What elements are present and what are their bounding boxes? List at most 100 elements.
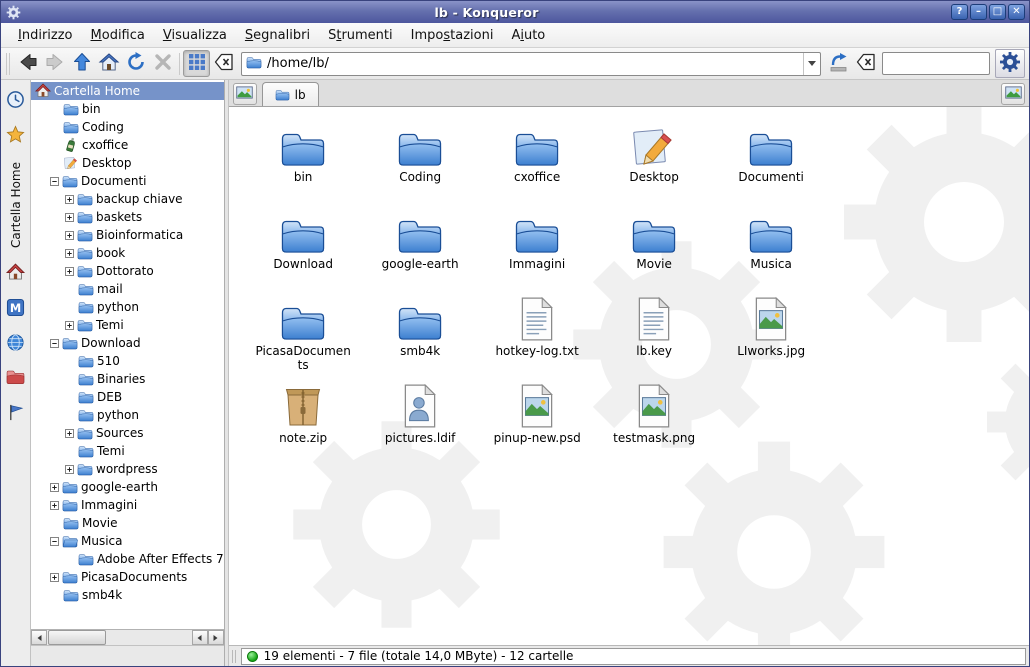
menu-aiuto[interactable]: Aiuto bbox=[502, 25, 554, 46]
tree-item-binaries[interactable]: Binaries bbox=[31, 370, 224, 388]
file-item-movie[interactable]: Movie bbox=[596, 208, 713, 292]
file-item-cxoffice[interactable]: cxoffice bbox=[479, 121, 596, 205]
scrollbar-track[interactable] bbox=[107, 630, 192, 645]
tree-expander[interactable] bbox=[65, 465, 74, 474]
tree-item-picasadocuments[interactable]: PicasaDocuments bbox=[31, 568, 224, 586]
file-item-lb-key[interactable]: lb.key bbox=[596, 295, 713, 379]
menu-indirizzo[interactable]: Indirizzo bbox=[9, 25, 82, 46]
tree-expander[interactable] bbox=[65, 231, 74, 240]
tree-item-movie[interactable]: Movie bbox=[31, 514, 224, 532]
tree-expander[interactable] bbox=[50, 177, 59, 186]
titlebar[interactable]: lb - Konqueror ?–□✕ bbox=[1, 1, 1029, 23]
menu-segnalibri[interactable]: Segnalibri bbox=[236, 25, 319, 46]
file-item-liworks-jpg[interactable]: LIworks.jpg bbox=[713, 295, 830, 379]
stop-button[interactable] bbox=[149, 50, 176, 77]
location-value[interactable]: /home/lb/ bbox=[267, 56, 803, 71]
sidebar-button-history[interactable] bbox=[5, 90, 27, 112]
scroll-right-button[interactable] bbox=[208, 630, 224, 645]
reload-button[interactable] bbox=[122, 50, 149, 77]
tree-expander[interactable] bbox=[65, 213, 74, 222]
tab-lb[interactable]: lb bbox=[262, 82, 319, 106]
file-item-documenti[interactable]: Documenti bbox=[713, 121, 830, 205]
close-button[interactable]: ✕ bbox=[1008, 4, 1025, 20]
tree-item-cartella-home[interactable]: Cartella Home bbox=[31, 82, 224, 100]
tree-item-dottorato[interactable]: Dottorato bbox=[31, 262, 224, 280]
scroll-left-button[interactable] bbox=[31, 630, 47, 645]
tree-item-temi[interactable]: Temi bbox=[31, 442, 224, 460]
file-item-immagini[interactable]: Immagini bbox=[479, 208, 596, 292]
tree-item-google-earth[interactable]: google-earth bbox=[31, 478, 224, 496]
tree-expander[interactable] bbox=[50, 501, 59, 510]
menu-strumenti[interactable]: Strumenti bbox=[319, 25, 402, 46]
active-panel-label[interactable]: Cartella Home bbox=[9, 162, 23, 248]
scroll-left-button-2[interactable] bbox=[192, 630, 208, 645]
file-item-pictures-ldif[interactable]: pictures.ldif bbox=[362, 382, 479, 466]
search-filter-input[interactable] bbox=[882, 52, 990, 75]
statusbar-grip[interactable] bbox=[232, 650, 238, 663]
sidebar-button-bookmarks[interactable] bbox=[5, 125, 27, 147]
go-button[interactable] bbox=[825, 50, 852, 77]
file-item-hotkey-log-txt[interactable]: hotkey-log.txt bbox=[479, 295, 596, 379]
tree-expander[interactable] bbox=[50, 537, 59, 546]
clear-search-button[interactable] bbox=[852, 50, 879, 77]
tree-expander[interactable] bbox=[50, 573, 59, 582]
tree-item-temi[interactable]: Temi bbox=[31, 316, 224, 334]
tree-item-mail[interactable]: mail bbox=[31, 280, 224, 298]
location-bar[interactable]: /home/lb/ bbox=[241, 52, 821, 76]
menu-visualizza[interactable]: Visualizza bbox=[154, 25, 236, 46]
tree-item-bin[interactable]: bin bbox=[31, 100, 224, 118]
tree-item-baskets[interactable]: baskets bbox=[31, 208, 224, 226]
sidebar-button-home[interactable] bbox=[5, 263, 27, 285]
tree-item-python[interactable]: python bbox=[31, 406, 224, 424]
file-item-musica[interactable]: Musica bbox=[713, 208, 830, 292]
sidebar-button-metabar[interactable]: M bbox=[5, 298, 27, 320]
tree-expander[interactable] bbox=[65, 429, 74, 438]
tree-expander[interactable] bbox=[65, 249, 74, 258]
tree-item-immagini[interactable]: Immagini bbox=[31, 496, 224, 514]
up-button[interactable] bbox=[68, 50, 95, 77]
tree-item-coding[interactable]: Coding bbox=[31, 118, 224, 136]
location-dropdown-button[interactable] bbox=[803, 53, 820, 75]
tree-item-510[interactable]: 510 bbox=[31, 352, 224, 370]
file-item-smb4k[interactable]: smb4k bbox=[362, 295, 479, 379]
tree-item-backup-chiave[interactable]: backup chiave bbox=[31, 190, 224, 208]
menu-impostazioni[interactable]: Impostazioni bbox=[402, 25, 503, 46]
sidebar-button-network[interactable] bbox=[5, 333, 27, 355]
sidebar-button-services-flag[interactable] bbox=[5, 403, 27, 425]
tree-item-book[interactable]: book bbox=[31, 244, 224, 262]
icon-view-button[interactable] bbox=[183, 50, 210, 77]
tree-item-musica[interactable]: Musica bbox=[31, 532, 224, 550]
maximize-button[interactable]: □ bbox=[989, 4, 1006, 20]
konqueror-logo-button[interactable] bbox=[995, 49, 1025, 78]
file-item-download[interactable]: Download bbox=[245, 208, 362, 292]
tree-expander[interactable] bbox=[50, 339, 59, 348]
file-item-coding[interactable]: Coding bbox=[362, 121, 479, 205]
forward-button[interactable] bbox=[41, 50, 68, 77]
tree-item-documenti[interactable]: Documenti bbox=[31, 172, 224, 190]
toolbar-handle[interactable] bbox=[6, 53, 11, 75]
tab-corner-left-button[interactable] bbox=[233, 83, 257, 105]
help-button[interactable]: ? bbox=[951, 4, 968, 20]
tree-item-bioinformatica[interactable]: Bioinformatica bbox=[31, 226, 224, 244]
folder-icon-view[interactable]: binCodingcxofficeDesktopDocumentiDownloa… bbox=[229, 107, 1029, 645]
sidebar-button-root-folder[interactable] bbox=[5, 368, 27, 390]
tree-item-download[interactable]: Download bbox=[31, 334, 224, 352]
file-item-desktop[interactable]: Desktop bbox=[596, 121, 713, 205]
file-item-testmask-png[interactable]: testmask.png bbox=[596, 382, 713, 466]
tree-item-python[interactable]: python bbox=[31, 298, 224, 316]
tree-expander[interactable] bbox=[65, 195, 74, 204]
file-item-pinup-new-psd[interactable]: pinup-new.psd bbox=[479, 382, 596, 466]
file-item-picasadocuments[interactable]: PicasaDocuments bbox=[245, 295, 362, 379]
tree-expander[interactable] bbox=[50, 483, 59, 492]
clear-location-button[interactable] bbox=[210, 50, 237, 77]
menu-modifica[interactable]: Modifica bbox=[82, 25, 154, 46]
tree-item-sources[interactable]: Sources bbox=[31, 424, 224, 442]
back-button[interactable] bbox=[14, 50, 41, 77]
tree-horizontal-scrollbar[interactable] bbox=[31, 629, 224, 645]
file-item-google-earth[interactable]: google-earth bbox=[362, 208, 479, 292]
tree-expander[interactable] bbox=[65, 321, 74, 330]
tab-corner-right-button[interactable] bbox=[1001, 83, 1025, 105]
tree-item-deb[interactable]: DEB bbox=[31, 388, 224, 406]
tree-item-adobe-after-effects-7[interactable]: Adobe After Effects 7 bbox=[31, 550, 224, 568]
tree-item-wordpress[interactable]: wordpress bbox=[31, 460, 224, 478]
